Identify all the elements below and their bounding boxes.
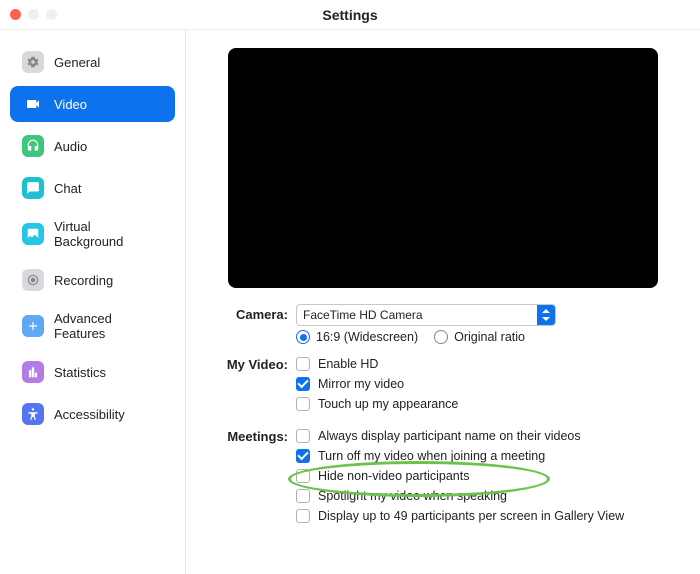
headset-icon [22,135,44,157]
meetings-row: Meetings: Always display participant nam… [210,426,676,526]
gallery-49-checkbox[interactable]: Display up to 49 participants per screen… [296,506,676,526]
radio-icon [434,330,448,344]
camera-select[interactable]: FaceTime HD Camera [296,304,556,326]
checkbox-icon [296,469,310,483]
sidebar-item-advanced-features[interactable]: Advanced Features [10,304,175,348]
checkbox-icon [296,449,310,463]
enable-hd-checkbox[interactable]: Enable HD [296,354,676,374]
sidebar-item-label: Accessibility [54,407,125,422]
minimize-window-button[interactable] [28,9,39,20]
camera-label: Camera: [210,304,296,322]
checkbox-label: Turn off my video when joining a meeting [318,449,545,463]
sidebar-item-video[interactable]: Video [10,86,175,122]
checkbox-label: Touch up my appearance [318,397,458,411]
checkbox-icon [296,489,310,503]
sidebar: General Video Audio Chat Virtual Backgro [0,30,186,574]
myvideo-row: My Video: Enable HD Mirror my video Touc… [210,354,676,414]
sidebar-item-statistics[interactable]: Statistics [10,354,175,390]
close-window-button[interactable] [10,9,21,20]
sidebar-item-accessibility[interactable]: Accessibility [10,396,175,432]
main-panel: Camera: FaceTime HD Camera 16:9 (Widescr… [186,30,700,574]
sidebar-item-chat[interactable]: Chat [10,170,175,206]
sidebar-item-general[interactable]: General [10,44,175,80]
checkbox-icon [296,397,310,411]
myvideo-label: My Video: [210,354,296,372]
camera-row: Camera: FaceTime HD Camera 16:9 (Widescr… [210,304,676,348]
ratio-original-radio[interactable]: Original ratio [434,330,525,344]
accessibility-icon [22,403,44,425]
sidebar-item-label: Audio [54,139,87,154]
titlebar: Settings [0,0,700,30]
checkbox-label: Display up to 49 participants per screen… [318,509,624,523]
hide-nonvideo-checkbox[interactable]: Hide non-video participants [296,466,676,486]
ratio-widescreen-radio[interactable]: 16:9 (Widescreen) [296,330,418,344]
vb-icon [22,223,44,245]
video-preview [228,48,658,288]
touch-up-checkbox[interactable]: Touch up my appearance [296,394,676,414]
spotlight-checkbox[interactable]: Spotlight my video when speaking [296,486,676,506]
sidebar-item-virtual-background[interactable]: Virtual Background [10,212,175,256]
record-icon [22,269,44,291]
sidebar-item-audio[interactable]: Audio [10,128,175,164]
sidebar-item-label: Chat [54,181,81,196]
checkbox-label: Spotlight my video when speaking [318,489,507,503]
gear-icon [22,51,44,73]
checkbox-label: Enable HD [318,357,378,371]
sidebar-item-label: General [54,55,100,70]
ratio-original-label: Original ratio [454,330,525,344]
sidebar-item-recording[interactable]: Recording [10,262,175,298]
ratio-widescreen-label: 16:9 (Widescreen) [316,330,418,344]
camera-select-value: FaceTime HD Camera [297,308,537,322]
display-names-checkbox[interactable]: Always display participant name on their… [296,426,676,446]
checkbox-icon [296,429,310,443]
chat-icon [22,177,44,199]
sidebar-item-label: Advanced Features [54,311,163,341]
meetings-label: Meetings: [210,426,296,444]
stats-icon [22,361,44,383]
sidebar-item-label: Virtual Background [54,219,163,249]
sidebar-item-label: Video [54,97,87,112]
chevron-updown-icon [537,305,555,325]
mirror-video-checkbox[interactable]: Mirror my video [296,374,676,394]
plus-icon [22,315,44,337]
checkbox-label: Always display participant name on their… [318,429,581,443]
zoom-window-button[interactable] [46,9,57,20]
video-icon [22,93,44,115]
checkbox-icon [296,357,310,371]
checkbox-icon [296,377,310,391]
checkbox-label: Hide non-video participants [318,469,469,483]
window-title: Settings [0,7,700,23]
radio-icon [296,330,310,344]
window-controls [10,9,57,20]
turn-off-video-checkbox[interactable]: Turn off my video when joining a meeting [296,446,676,466]
sidebar-item-label: Recording [54,273,113,288]
content: General Video Audio Chat Virtual Backgro [0,30,700,574]
checkbox-icon [296,509,310,523]
sidebar-item-label: Statistics [54,365,106,380]
checkbox-label: Mirror my video [318,377,404,391]
